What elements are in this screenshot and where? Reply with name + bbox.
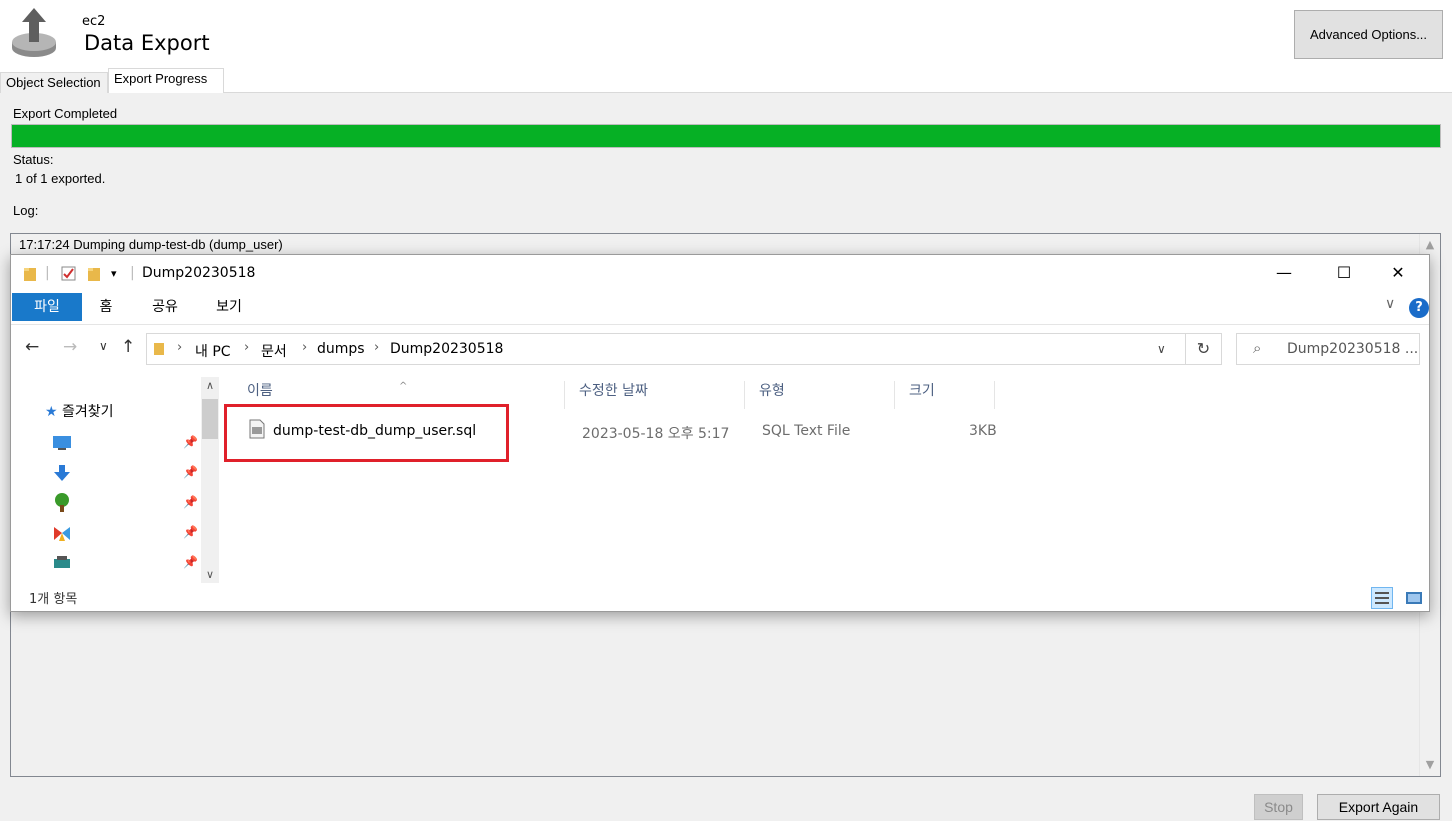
breadcrumb-separator: ›: [244, 340, 250, 355]
scroll-thumb[interactable]: [202, 399, 218, 439]
large-icons-view-icon[interactable]: [1403, 587, 1425, 609]
tab-bar: Object Selection Export Progress: [0, 68, 1452, 93]
ribbon-tab-home[interactable]: 홈: [89, 293, 123, 321]
log-line: 17:17:24 Dumping dump-test-db (dump_user…: [19, 237, 283, 252]
breadcrumb-item[interactable]: 문서: [261, 341, 287, 361]
scroll-up-icon[interactable]: ▲: [1420, 236, 1440, 254]
quick-access-dropdown-icon[interactable]: ▾: [111, 267, 117, 280]
ribbon-tab-share[interactable]: 공유: [145, 293, 185, 321]
breadcrumb-item[interactable]: dumps: [317, 341, 365, 357]
star-icon: ★: [45, 404, 58, 420]
breadcrumb-item[interactable]: Dump20230518: [390, 341, 503, 357]
expand-ribbon-icon[interactable]: ∨: [1385, 296, 1395, 312]
file-type: SQL Text File: [762, 423, 851, 439]
breadcrumb-separator: ›: [374, 340, 380, 355]
pin-icon[interactable]: 📌: [183, 465, 198, 479]
highlight-box: [224, 404, 509, 462]
close-icon[interactable]: ✕: [1375, 259, 1421, 287]
ribbon-tab-view[interactable]: 보기: [209, 293, 249, 321]
address-dropdown-icon[interactable]: ∨: [1157, 342, 1166, 356]
export-again-button[interactable]: Export Again: [1317, 794, 1440, 820]
connection-name: ec2: [82, 14, 106, 29]
breadcrumb-separator: ›: [177, 340, 183, 355]
maximize-icon[interactable]: ☐: [1321, 259, 1367, 287]
up-icon[interactable]: ↑: [121, 337, 135, 357]
pin-icon[interactable]: 📌: [183, 555, 198, 569]
page-title: Data Export: [84, 31, 210, 55]
explorer-window[interactable]: | ▾ | Dump20230518 — ☐ ✕ 파일 홈 공유 보기 ∨ ? …: [10, 254, 1430, 612]
column-header-type[interactable]: 유형: [745, 381, 895, 409]
tab-export-progress[interactable]: Export Progress: [108, 68, 224, 93]
search-box[interactable]: ⌕ Dump20230518 ...: [1236, 333, 1420, 365]
explorer-titlebar[interactable]: | ▾ | Dump20230518 — ☐ ✕: [11, 255, 1429, 291]
folder-icon: [154, 343, 164, 355]
refresh-icon[interactable]: ↻: [1186, 333, 1222, 365]
search-icon: ⌕: [1253, 339, 1262, 357]
pin-icon[interactable]: 📌: [183, 495, 198, 509]
tab-object-selection[interactable]: Object Selection: [0, 72, 108, 93]
pin-icon[interactable]: 📌: [183, 435, 198, 449]
file-size: 3KB: [969, 423, 997, 439]
progress-heading: Export Completed: [13, 106, 118, 121]
scroll-up-icon[interactable]: ∧: [201, 379, 219, 392]
desktop-icon[interactable]: [51, 433, 73, 453]
column-header-size[interactable]: 크기: [895, 381, 995, 409]
recent-dropdown-icon[interactable]: ∨: [99, 339, 108, 353]
status-label: Status:: [13, 152, 54, 167]
search-placeholder: Dump20230518 ...: [1287, 341, 1419, 357]
breadcrumb-item[interactable]: 내 PC: [195, 341, 231, 361]
stop-button[interactable]: Stop: [1254, 794, 1303, 820]
divider: |: [130, 265, 135, 281]
forward-icon[interactable]: →: [63, 337, 77, 357]
tree-icon[interactable]: [51, 493, 73, 513]
address-bar[interactable]: › 내 PC › 문서 › dumps › Dump20230518 ∨: [146, 333, 1186, 365]
breadcrumb-separator: ›: [302, 340, 308, 355]
minimize-icon[interactable]: —: [1261, 259, 1307, 287]
details-view-icon[interactable]: [1371, 587, 1393, 609]
scroll-down-icon[interactable]: ∨: [201, 568, 219, 581]
column-header-modified[interactable]: 수정한 날짜: [565, 381, 745, 409]
export-icon: [12, 8, 56, 57]
ribbon: 파일 홈 공유 보기 ∨ ?: [11, 291, 1429, 325]
new-folder-icon[interactable]: [87, 266, 101, 282]
scroll-down-icon[interactable]: ▼: [1420, 756, 1440, 774]
progress-bar: [11, 124, 1441, 148]
tools-icon[interactable]: [51, 553, 73, 573]
file-modified: 2023-05-18 오후 5:17: [582, 426, 730, 442]
folder-icon: [24, 268, 36, 281]
help-icon[interactable]: ?: [1409, 298, 1429, 318]
navigation-pane[interactable]: ★ 즐겨찾기 📌 📌 📌 📌 📌 ∧ ∨: [11, 373, 221, 583]
progress-fill: [12, 125, 1440, 147]
log-label: Log:: [13, 203, 39, 218]
ribbon-tab-file[interactable]: 파일: [12, 293, 82, 321]
favorites-label: 즐겨찾기: [62, 404, 114, 420]
sort-ascending-icon: ^: [399, 381, 408, 392]
advanced-options-button[interactable]: Advanced Options...: [1294, 10, 1443, 59]
navigation-bar: ← → ∨ ↑ › 내 PC › 문서 › dumps › Dump202305…: [11, 325, 1429, 371]
app-logo-icon[interactable]: [51, 523, 73, 543]
header: ec2 Data Export Advanced Options...: [0, 0, 1452, 68]
back-icon[interactable]: ←: [25, 337, 39, 357]
column-label: 이름: [247, 383, 273, 399]
nav-scrollbar[interactable]: ∧ ∨: [201, 377, 219, 583]
pin-icon[interactable]: 📌: [183, 525, 198, 539]
downloads-icon[interactable]: [51, 463, 73, 483]
status-value: 1 of 1 exported.: [15, 171, 106, 186]
item-count: 1개 항목: [29, 592, 78, 607]
explorer-title: Dump20230518: [142, 265, 256, 281]
divider: |: [45, 265, 50, 281]
favorites-item[interactable]: ★ 즐겨찾기: [45, 401, 114, 421]
properties-check-icon[interactable]: [61, 266, 77, 282]
explorer-statusbar: 1개 항목: [11, 583, 1429, 611]
